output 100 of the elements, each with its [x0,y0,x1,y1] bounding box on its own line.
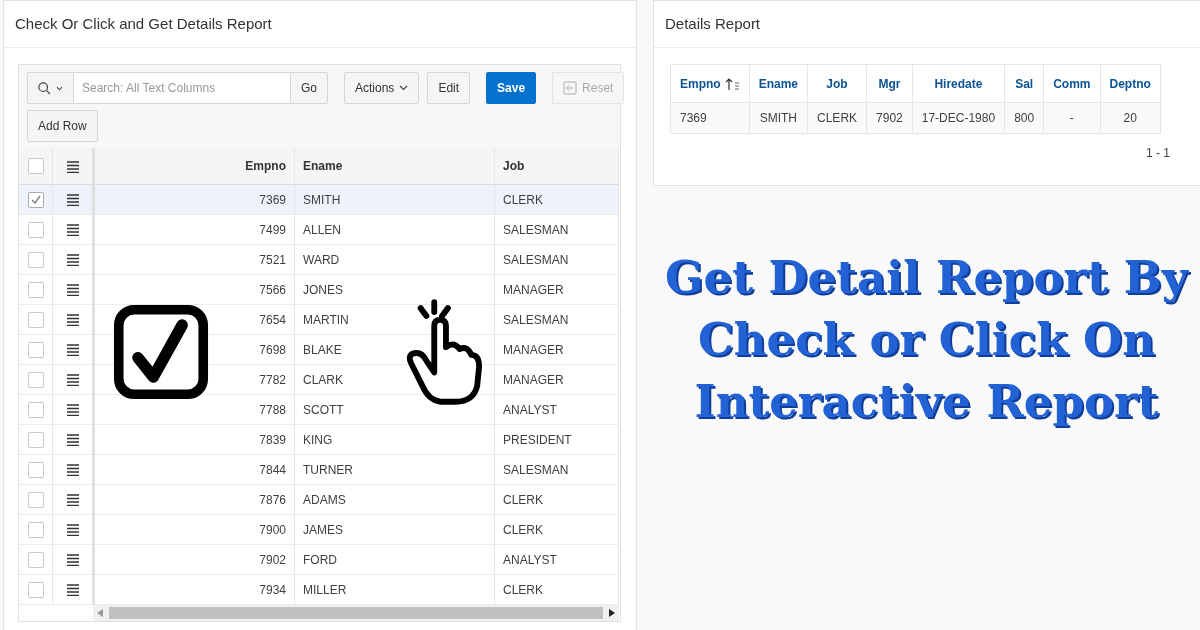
table-cell: 7369 [680,111,707,125]
menu-icon [66,194,79,207]
checkbox[interactable] [27,461,44,478]
table-cell: KING [303,432,333,447]
toolbar-button[interactable]: Add Row [27,110,98,142]
column-header[interactable]: Ename [303,159,343,173]
table-cell: BLAKE [303,342,342,357]
scroll-left-icon[interactable] [97,609,103,617]
table-cell: - [1069,111,1074,125]
table-cell: ALLEN [303,222,342,237]
table-cell: SCOTT [303,402,344,417]
table-cell: 7369 [259,192,286,207]
menu-icon [66,554,79,567]
table-cell: CLERK [817,111,858,125]
menu-icon [66,314,79,327]
menu-icon [66,584,79,597]
menu-icon [66,224,79,237]
pointing-hand-icon [405,298,483,406]
table-cell: 7902 [259,552,286,567]
table-cell: SALESMAN [503,462,569,477]
table-cell: CLERK [503,522,543,537]
table-cell: 7900 [259,522,286,537]
table-cell: 7521 [259,252,286,267]
scrollbar-thumb[interactable] [109,607,603,619]
table-cell: JONES [303,282,343,297]
menu-icon [66,434,79,447]
checkbox[interactable] [27,158,44,174]
table-cell: MANAGER [503,282,564,297]
table-cell: SMITH [303,192,341,207]
table-cell: 7566 [259,282,286,297]
panel-title: Details Report [654,1,1200,48]
menu-icon [66,404,79,417]
column-header[interactable]: Job [826,76,848,91]
column-header[interactable]: Mgr [878,76,901,91]
menu-icon [66,344,79,357]
table-cell: 800 [1014,111,1035,125]
checkmark-icon [29,193,42,206]
panel-title: Check Or Click and Get Details Report [4,1,636,48]
table-cell: SALESMAN [503,312,569,327]
checkbox[interactable] [27,551,44,568]
table-cell: ANALYST [503,402,557,417]
actions-button[interactable]: Actions [344,72,420,104]
table-cell: WARD [303,252,340,267]
checkbox[interactable] [27,251,44,268]
checkbox[interactable] [27,311,44,328]
table-cell: 7654 [259,312,286,327]
table-cell: CLERK [503,582,543,597]
menu-icon [66,284,79,297]
checkbox[interactable] [27,491,44,508]
table-cell: 20 [1123,111,1137,125]
search-column-button[interactable] [27,72,74,104]
table-cell: MANAGER [503,372,564,387]
caret-icon [56,85,63,91]
pagination-text: 1 - 1 [1146,146,1170,160]
table-cell: PRESIDENT [503,432,572,447]
table-cell: ANALYST [503,552,557,567]
menu-icon [66,494,79,507]
table-cell: MARTIN [303,312,349,327]
horizontal-scrollbar[interactable] [93,605,619,621]
table-cell: 7844 [259,462,286,477]
menu-icon [66,254,79,267]
column-header[interactable]: Empno [680,76,721,91]
checkbox[interactable] [27,221,44,238]
table-cell: 7876 [259,492,286,507]
checkbox[interactable] [27,341,44,358]
caret-icon [399,85,409,91]
scroll-right-icon[interactable] [609,609,615,617]
table-cell: CLARK [303,372,343,387]
table-cell: TURNER [303,462,353,477]
checkbox[interactable] [27,371,44,388]
table-cell: JAMES [303,522,343,537]
table-cell: MILLER [303,582,347,597]
column-header[interactable]: Empno [245,159,286,173]
checkbox[interactable] [27,401,44,418]
table-cell: FORD [303,552,337,567]
checkbox[interactable] [27,581,44,598]
checkbox[interactable] [27,191,44,208]
table-cell: MANAGER [503,342,564,357]
checkmark-box-icon [113,304,209,400]
table-cell: SMITH [759,111,797,125]
headline-text: Get Detail Report By [665,252,1188,304]
go-button[interactable]: Go [290,72,328,104]
checkbox[interactable] [27,431,44,448]
checkbox[interactable] [27,281,44,298]
table-cell: SALESMAN [503,222,569,237]
menu-icon [66,160,79,173]
column-header[interactable]: Sal [1015,76,1034,91]
toolbar-button[interactable]: Edit [427,72,471,104]
column-header[interactable]: Job [503,159,525,173]
sort-ascending-icon [724,76,740,91]
toolbar-button[interactable]: Save [486,72,537,104]
checkbox[interactable] [27,521,44,538]
table-cell: 7934 [259,582,286,597]
headline-text: Interactive Report [694,376,1159,428]
menu-icon [66,524,79,537]
table-cell: ADAMS [303,492,346,507]
search-icon [38,81,51,95]
table-cell: 7782 [259,372,286,387]
table-cell: CLERK [503,492,543,507]
search-field[interactable]: Search: All Text Columns [74,72,290,104]
